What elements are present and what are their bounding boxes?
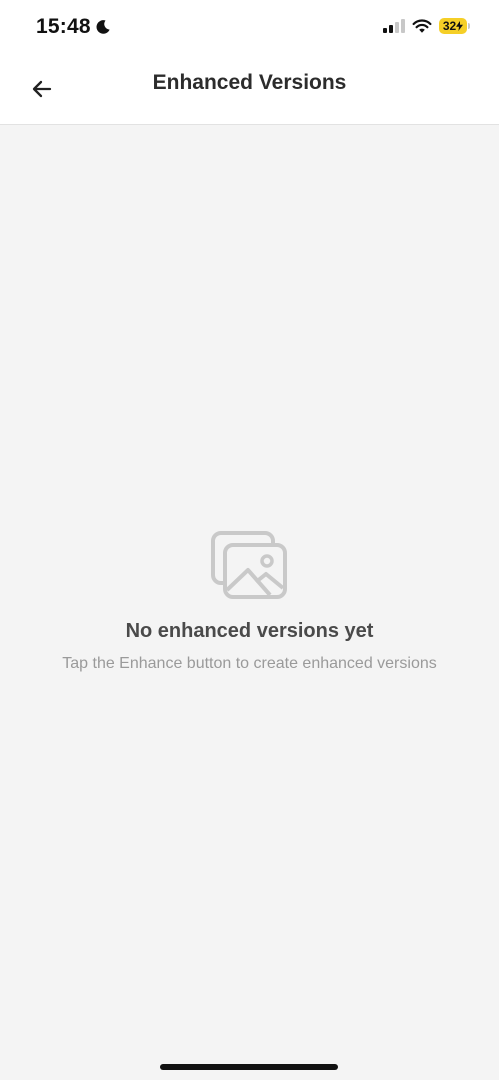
status-time-group: 15:48 [36, 15, 111, 39]
moon-icon [96, 20, 110, 34]
navigation-bar: Enhanced Versions [0, 56, 499, 125]
cellular-signal-icon [383, 19, 405, 33]
empty-state-title: No enhanced versions yet [125, 620, 374, 642]
home-indicator[interactable] [160, 1064, 338, 1070]
wifi-icon [412, 18, 432, 33]
status-time: 15:48 [36, 15, 91, 38]
images-icon [210, 531, 287, 599]
battery-level: 32 [442, 19, 457, 33]
empty-state-subtitle: Tap the Enhance button to create enhance… [62, 655, 437, 672]
battery-indicator: 32 [439, 18, 470, 34]
charging-bolt-icon [456, 21, 464, 31]
page-title: Enhanced Versions [152, 71, 347, 94]
empty-state: No enhanced versions yet Tap the Enhance… [0, 530, 499, 673]
status-bar: 15:48 32 [0, 0, 499, 56]
status-indicators: 32 [383, 18, 470, 34]
